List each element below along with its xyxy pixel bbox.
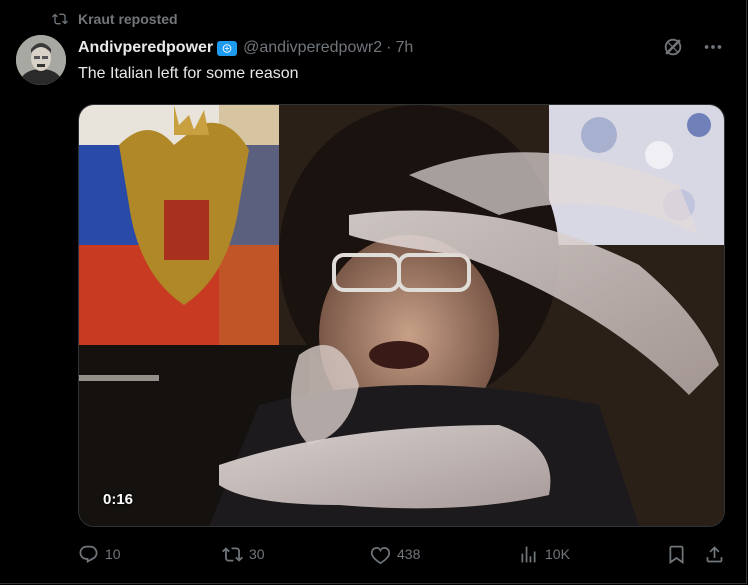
views-button[interactable]: 10K (518, 540, 570, 568)
view-count: 10K (545, 546, 570, 562)
repost-label: Kraut reposted (78, 11, 178, 27)
author-display-name[interactable]: Andivperedpower (78, 39, 213, 57)
repost-indicator[interactable]: Kraut reposted (52, 10, 178, 28)
share-icon (706, 545, 723, 562)
repost-count: 30 (249, 546, 265, 562)
top-actions (662, 36, 724, 58)
tweet-text: The Italian left for some reason (78, 65, 299, 82)
share-button[interactable] (704, 540, 725, 568)
reply-icon (79, 545, 98, 563)
reply-count: 10 (105, 546, 121, 562)
action-bar: 10 30 438 10K (78, 540, 726, 568)
repost-icon (52, 13, 68, 25)
bookmark-button[interactable] (666, 540, 687, 568)
grok-icon[interactable] (662, 36, 684, 58)
heart-icon (370, 546, 391, 564)
more-options-icon[interactable] (702, 36, 724, 58)
video-thumbnail (79, 105, 724, 526)
video-player[interactable]: 0:16 (78, 104, 725, 527)
author-handle[interactable]: @andivperedpowr2 (243, 39, 382, 57)
video-duration: 0:16 (103, 491, 134, 508)
repost-icon (222, 546, 243, 562)
bookmark-icon (669, 545, 684, 564)
tweet-header: Andivperedpower @andivperedpowr2 · 7h (78, 37, 413, 59)
verified-badge-icon (217, 40, 238, 56)
repost-button[interactable]: 30 (222, 540, 265, 568)
avatar[interactable] (16, 35, 66, 85)
reply-button[interactable]: 10 (78, 540, 121, 568)
like-button[interactable]: 438 (370, 540, 420, 568)
header-separator: · (386, 39, 392, 56)
tweet-card[interactable]: Kraut reposted Andivperedpower @andivper… (0, 0, 747, 584)
views-chart-icon (521, 546, 536, 562)
like-count: 438 (397, 546, 421, 562)
tweet-timestamp[interactable]: 7h (395, 39, 413, 57)
